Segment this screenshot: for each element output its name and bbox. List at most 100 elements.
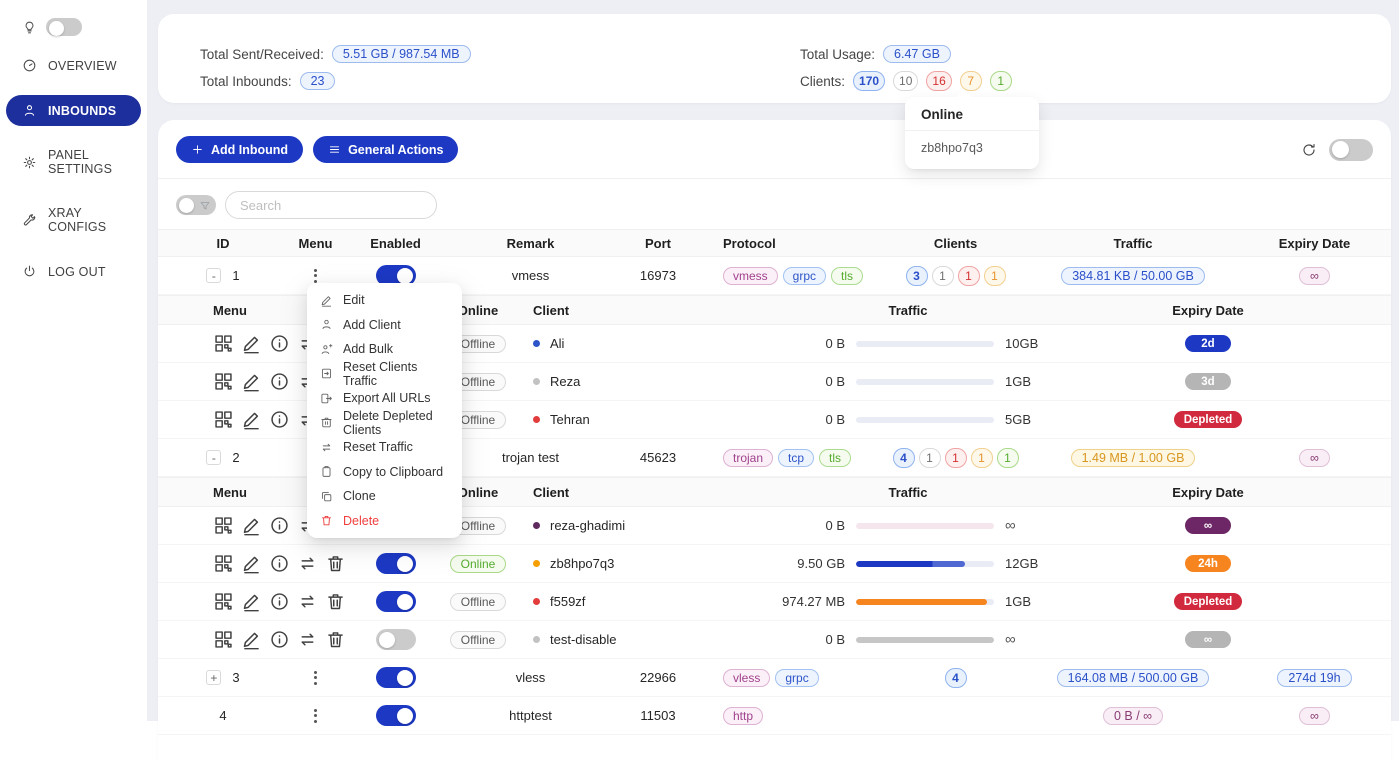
- count-badge[interactable]: 1: [984, 266, 1006, 286]
- protocol-badge: http: [723, 707, 763, 725]
- sidebar-item-logout[interactable]: LOG OUT: [6, 256, 141, 287]
- expand-button[interactable]: +: [206, 670, 221, 685]
- menu-item-edit[interactable]: Edit: [307, 288, 462, 313]
- edit-icon[interactable]: [241, 409, 262, 430]
- traffic-bar: [856, 523, 994, 529]
- collapse-button[interactable]: -: [206, 268, 221, 283]
- qrcode-icon[interactable]: [213, 553, 234, 574]
- traffic-used: 9.50 GB: [759, 556, 845, 571]
- col-clients: Clients: [883, 230, 1028, 256]
- client-enabled-toggle[interactable]: [376, 553, 416, 574]
- count-badge[interactable]: 1: [997, 448, 1019, 468]
- menu-item-reset-traffic[interactable]: Reset Traffic: [307, 435, 462, 460]
- client-count-total[interactable]: 170: [853, 71, 885, 91]
- traffic-total: ∞: [1005, 631, 1057, 648]
- sidebar-item-overview[interactable]: OVERVIEW: [6, 50, 141, 81]
- inbound-menu-button[interactable]: [308, 705, 323, 727]
- auto-refresh-toggle[interactable]: [1329, 139, 1373, 161]
- count-badge[interactable]: 4: [893, 448, 915, 468]
- count-badge[interactable]: 4: [945, 668, 967, 688]
- theme-toggle[interactable]: [46, 18, 82, 36]
- traffic-used: 0 B: [759, 412, 845, 427]
- inbound-enabled-toggle[interactable]: [376, 667, 416, 688]
- menu-item-reset-clients-traffic[interactable]: Reset Clients Traffic: [307, 362, 462, 387]
- info-icon[interactable]: [269, 333, 290, 354]
- qrcode-icon[interactable]: [213, 333, 234, 354]
- traffic-total: 5GB: [1005, 412, 1057, 427]
- menu-item-delete[interactable]: Delete: [307, 509, 462, 534]
- menu-item-add-bulk[interactable]: Add Bulk: [307, 337, 462, 362]
- client-color-dot: [533, 636, 540, 643]
- client-enabled-toggle[interactable]: [376, 629, 416, 650]
- edit-icon[interactable]: [241, 333, 262, 354]
- inbound-row-httptest: 4 httptest 11503 http 0 B / ∞ ∞: [158, 697, 1391, 735]
- qrcode-icon[interactable]: [213, 409, 234, 430]
- edit-icon[interactable]: [241, 371, 262, 392]
- clients-label: Clients:: [800, 74, 845, 89]
- menu-item-export-all-urls[interactable]: Export All URLs: [307, 386, 462, 411]
- inbound-remark: trojan test: [448, 439, 613, 476]
- count-badge[interactable]: 1: [945, 448, 967, 468]
- inbound-id: 3: [232, 670, 239, 685]
- col-traffic: Traffic: [1028, 230, 1238, 256]
- qrcode-icon[interactable]: [213, 371, 234, 392]
- traffic-used: 974.27 MB: [759, 594, 845, 609]
- count-badge[interactable]: 3: [906, 266, 928, 286]
- expiry-badge: Depleted: [1174, 411, 1243, 428]
- info-icon[interactable]: [269, 591, 290, 612]
- count-badge[interactable]: 1: [919, 448, 941, 468]
- count-badge[interactable]: 1: [971, 448, 993, 468]
- menu-item-clone[interactable]: Clone: [307, 484, 462, 509]
- count-badge[interactable]: 1: [932, 266, 954, 286]
- menu-item-delete-depleted-clients[interactable]: Delete Depleted Clients: [307, 411, 462, 436]
- client-name: zb8hpo7q3: [550, 556, 614, 571]
- qrcode-icon[interactable]: [213, 629, 234, 650]
- client-count-inactive[interactable]: 10: [893, 71, 918, 91]
- inbound-port: 22966: [613, 659, 703, 696]
- main-content: Total Sent/Received: 5.51 GB / 987.54 MB…: [147, 0, 1399, 721]
- reset-icon[interactable]: [297, 629, 318, 650]
- sidebar-item-panel-settings[interactable]: PANEL SETTINGS: [6, 140, 141, 184]
- protocol-badge: tcp: [778, 449, 814, 467]
- client-count-depleted[interactable]: 16: [926, 71, 951, 91]
- col-enabled: Enabled: [343, 230, 448, 256]
- sidebar-item-label: INBOUNDS: [48, 104, 116, 118]
- collapse-button[interactable]: -: [206, 450, 221, 465]
- client-count-expiring[interactable]: 7: [960, 71, 982, 91]
- expiry-badge: ∞: [1299, 449, 1330, 467]
- refresh-icon[interactable]: [1301, 142, 1317, 158]
- edit-icon[interactable]: [241, 515, 262, 536]
- menu-item-add-client[interactable]: Add Client: [307, 313, 462, 338]
- reset-icon[interactable]: [297, 553, 318, 574]
- search-input[interactable]: [225, 191, 437, 219]
- info-icon[interactable]: [269, 553, 290, 574]
- qrcode-icon[interactable]: [213, 591, 234, 612]
- inbound-menu-button[interactable]: [308, 667, 323, 689]
- info-icon[interactable]: [269, 629, 290, 650]
- sidebar-item-xray-configs[interactable]: XRAY CONFIGS: [6, 198, 141, 242]
- client-name: Ali: [550, 336, 564, 351]
- qrcode-icon[interactable]: [213, 515, 234, 536]
- inbound-enabled-toggle[interactable]: [376, 705, 416, 726]
- bulb-icon: [22, 20, 37, 35]
- inbound-row-vless: +3 vless 22966 vless grpc 4 164.08 MB / …: [158, 659, 1391, 697]
- col-port: Port: [613, 230, 703, 256]
- edit-icon[interactable]: [241, 629, 262, 650]
- info-icon[interactable]: [269, 409, 290, 430]
- trash-icon: [320, 514, 333, 527]
- sidebar-item-label: OVERVIEW: [48, 59, 117, 73]
- client-enabled-toggle[interactable]: [376, 591, 416, 612]
- edit-icon[interactable]: [241, 591, 262, 612]
- count-badge[interactable]: 1: [958, 266, 980, 286]
- inbound-id: 2: [232, 450, 239, 465]
- reset-icon[interactable]: [297, 591, 318, 612]
- filter-toggle[interactable]: [176, 195, 216, 215]
- info-icon[interactable]: [269, 371, 290, 392]
- general-actions-button[interactable]: General Actions: [313, 136, 458, 163]
- edit-icon[interactable]: [241, 553, 262, 574]
- info-icon[interactable]: [269, 515, 290, 536]
- sidebar-item-inbounds[interactable]: INBOUNDS: [6, 95, 141, 126]
- client-count-online[interactable]: 1: [990, 71, 1012, 91]
- add-inbound-button[interactable]: Add Inbound: [176, 136, 303, 163]
- menu-item-copy-to-clipboard[interactable]: Copy to Clipboard: [307, 460, 462, 485]
